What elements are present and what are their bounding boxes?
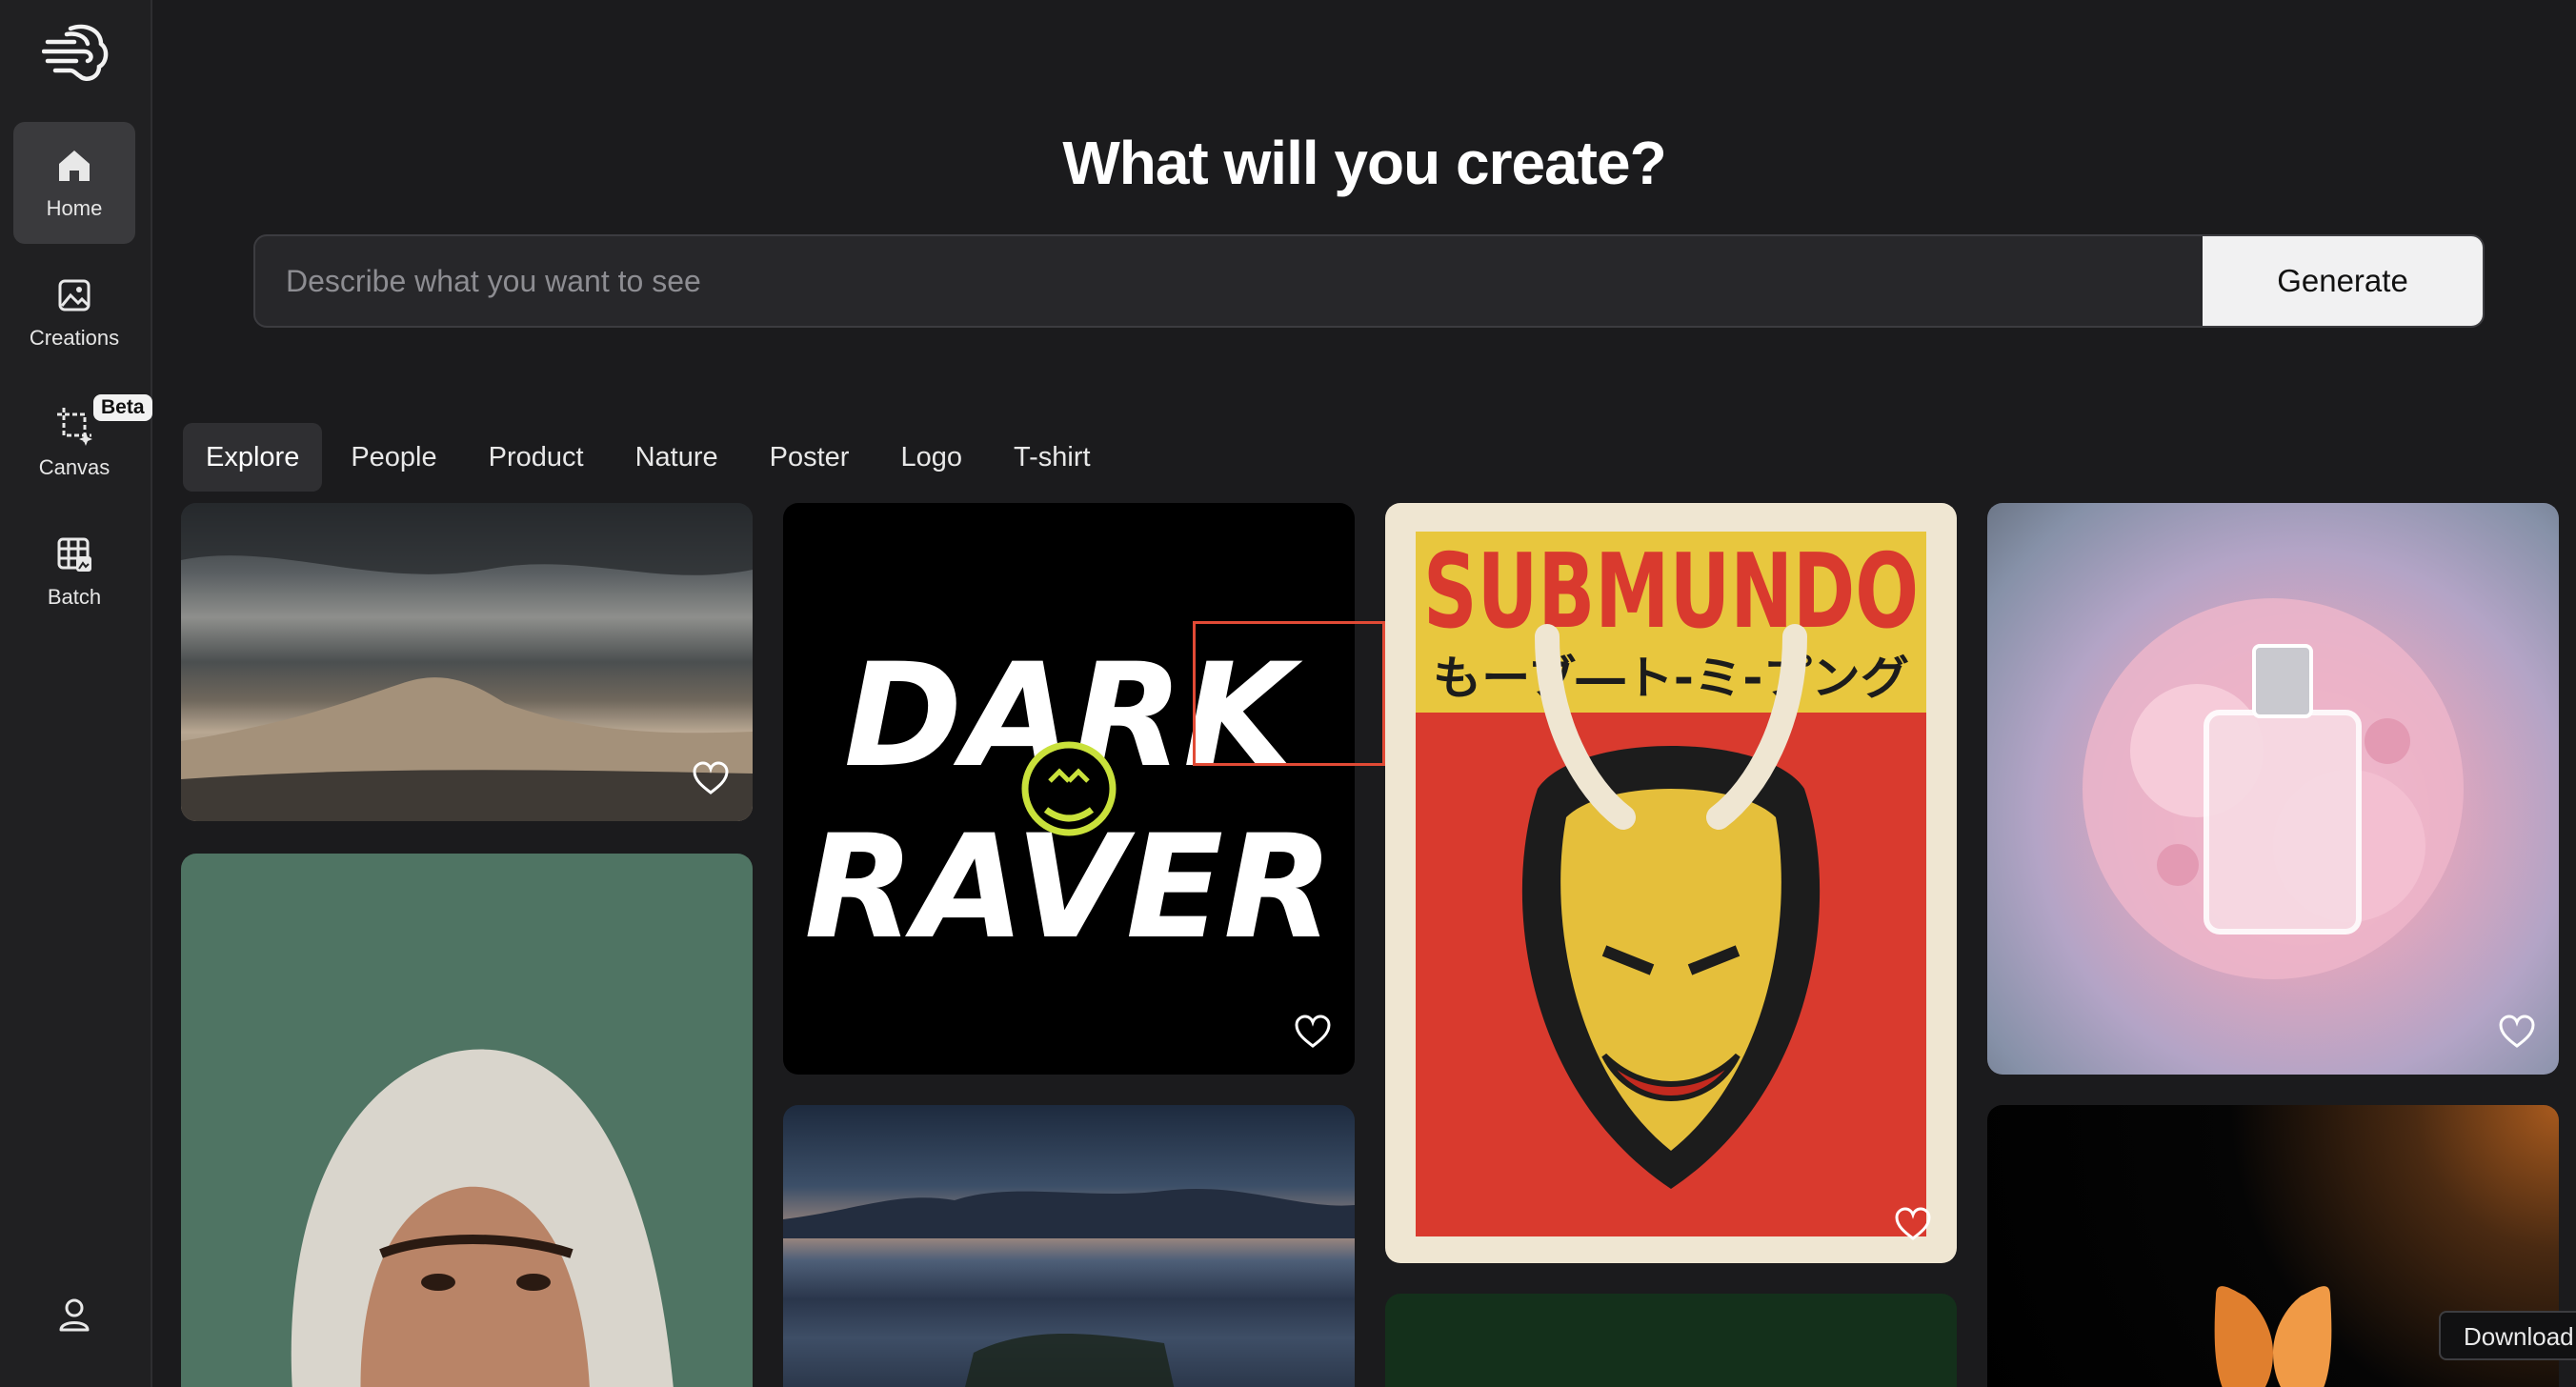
tab-poster[interactable]: Poster	[747, 423, 873, 492]
image-icon	[58, 279, 91, 312]
app-root: Home Creations Beta Canvas Batch What wi…	[0, 0, 2576, 1387]
tab-explore[interactable]: Explore	[183, 423, 323, 492]
lake-image	[783, 1188, 1355, 1387]
tab-logo[interactable]: Logo	[877, 423, 985, 492]
submundo-poster-image: SUBMUNDO もーブ―ト-ミ-プング	[1416, 532, 1926, 1236]
page-title: What will you create?	[1062, 129, 1666, 197]
sidebar: Home Creations Beta Canvas Batch	[0, 0, 152, 1387]
beta-badge: Beta	[93, 394, 152, 421]
dark-raver-logo-image: DARK RAVER	[804, 633, 1333, 971]
heart-icon[interactable]	[2498, 1014, 2536, 1050]
tab-product[interactable]: Product	[466, 423, 607, 492]
portrait-image	[291, 1049, 674, 1387]
heart-icon[interactable]	[692, 760, 730, 796]
sidebar-item-label: Canvas	[38, 455, 111, 479]
perfume-image	[2083, 598, 2464, 979]
tab-people[interactable]: People	[328, 423, 459, 492]
sidebar-item-label: Batch	[47, 585, 102, 609]
gallery-card-perfume[interactable]	[1987, 503, 2559, 1075]
sidebar-item-label: Home	[46, 196, 103, 220]
brain-logo-icon[interactable]	[42, 21, 111, 86]
gallery-card-desert[interactable]	[181, 503, 753, 821]
batch-grid-icon	[57, 537, 91, 572]
heart-icon[interactable]	[1894, 1206, 1932, 1242]
sidebar-item-creations[interactable]: Creations	[13, 251, 135, 373]
gallery-card-dark-raver[interactable]: DARK RAVER	[783, 503, 1355, 1075]
desert-image	[181, 503, 753, 821]
heart-icon[interactable]	[1294, 1014, 1332, 1050]
sidebar-item-label: Creations	[29, 326, 120, 350]
sidebar-item-batch[interactable]: Batch	[13, 511, 135, 633]
home-icon	[59, 151, 90, 181]
prompt-input[interactable]	[255, 236, 2203, 326]
gallery-card-submundo-poster[interactable]: SUBMUNDO もーブ―ト-ミ-プング	[1385, 503, 1957, 1263]
prompt-bar: Generate	[253, 234, 2485, 328]
tab-nature[interactable]: Nature	[613, 423, 741, 492]
canvas-crop-icon	[57, 408, 92, 446]
generate-button[interactable]: Generate	[2203, 236, 2483, 326]
sidebar-item-home[interactable]: Home	[13, 122, 135, 244]
sidebar-item-canvas[interactable]: Beta Canvas	[13, 381, 152, 503]
user-icon[interactable]	[53, 1294, 95, 1336]
poster-subtitle: もーブ―ト-ミ-プング	[1433, 652, 1909, 705]
gallery-card-portrait[interactable]	[181, 854, 753, 1387]
download-tooltip[interactable]: Download	[2439, 1311, 2576, 1360]
category-tabs: Explore People Product Nature Poster Log…	[183, 423, 1114, 492]
gallery-card-green[interactable]	[1385, 1294, 1957, 1387]
gallery-card-lake[interactable]	[783, 1105, 1355, 1387]
poster-title: SUBMUNDO	[1423, 533, 1919, 652]
tab-tshirt[interactable]: T-shirt	[991, 423, 1114, 492]
